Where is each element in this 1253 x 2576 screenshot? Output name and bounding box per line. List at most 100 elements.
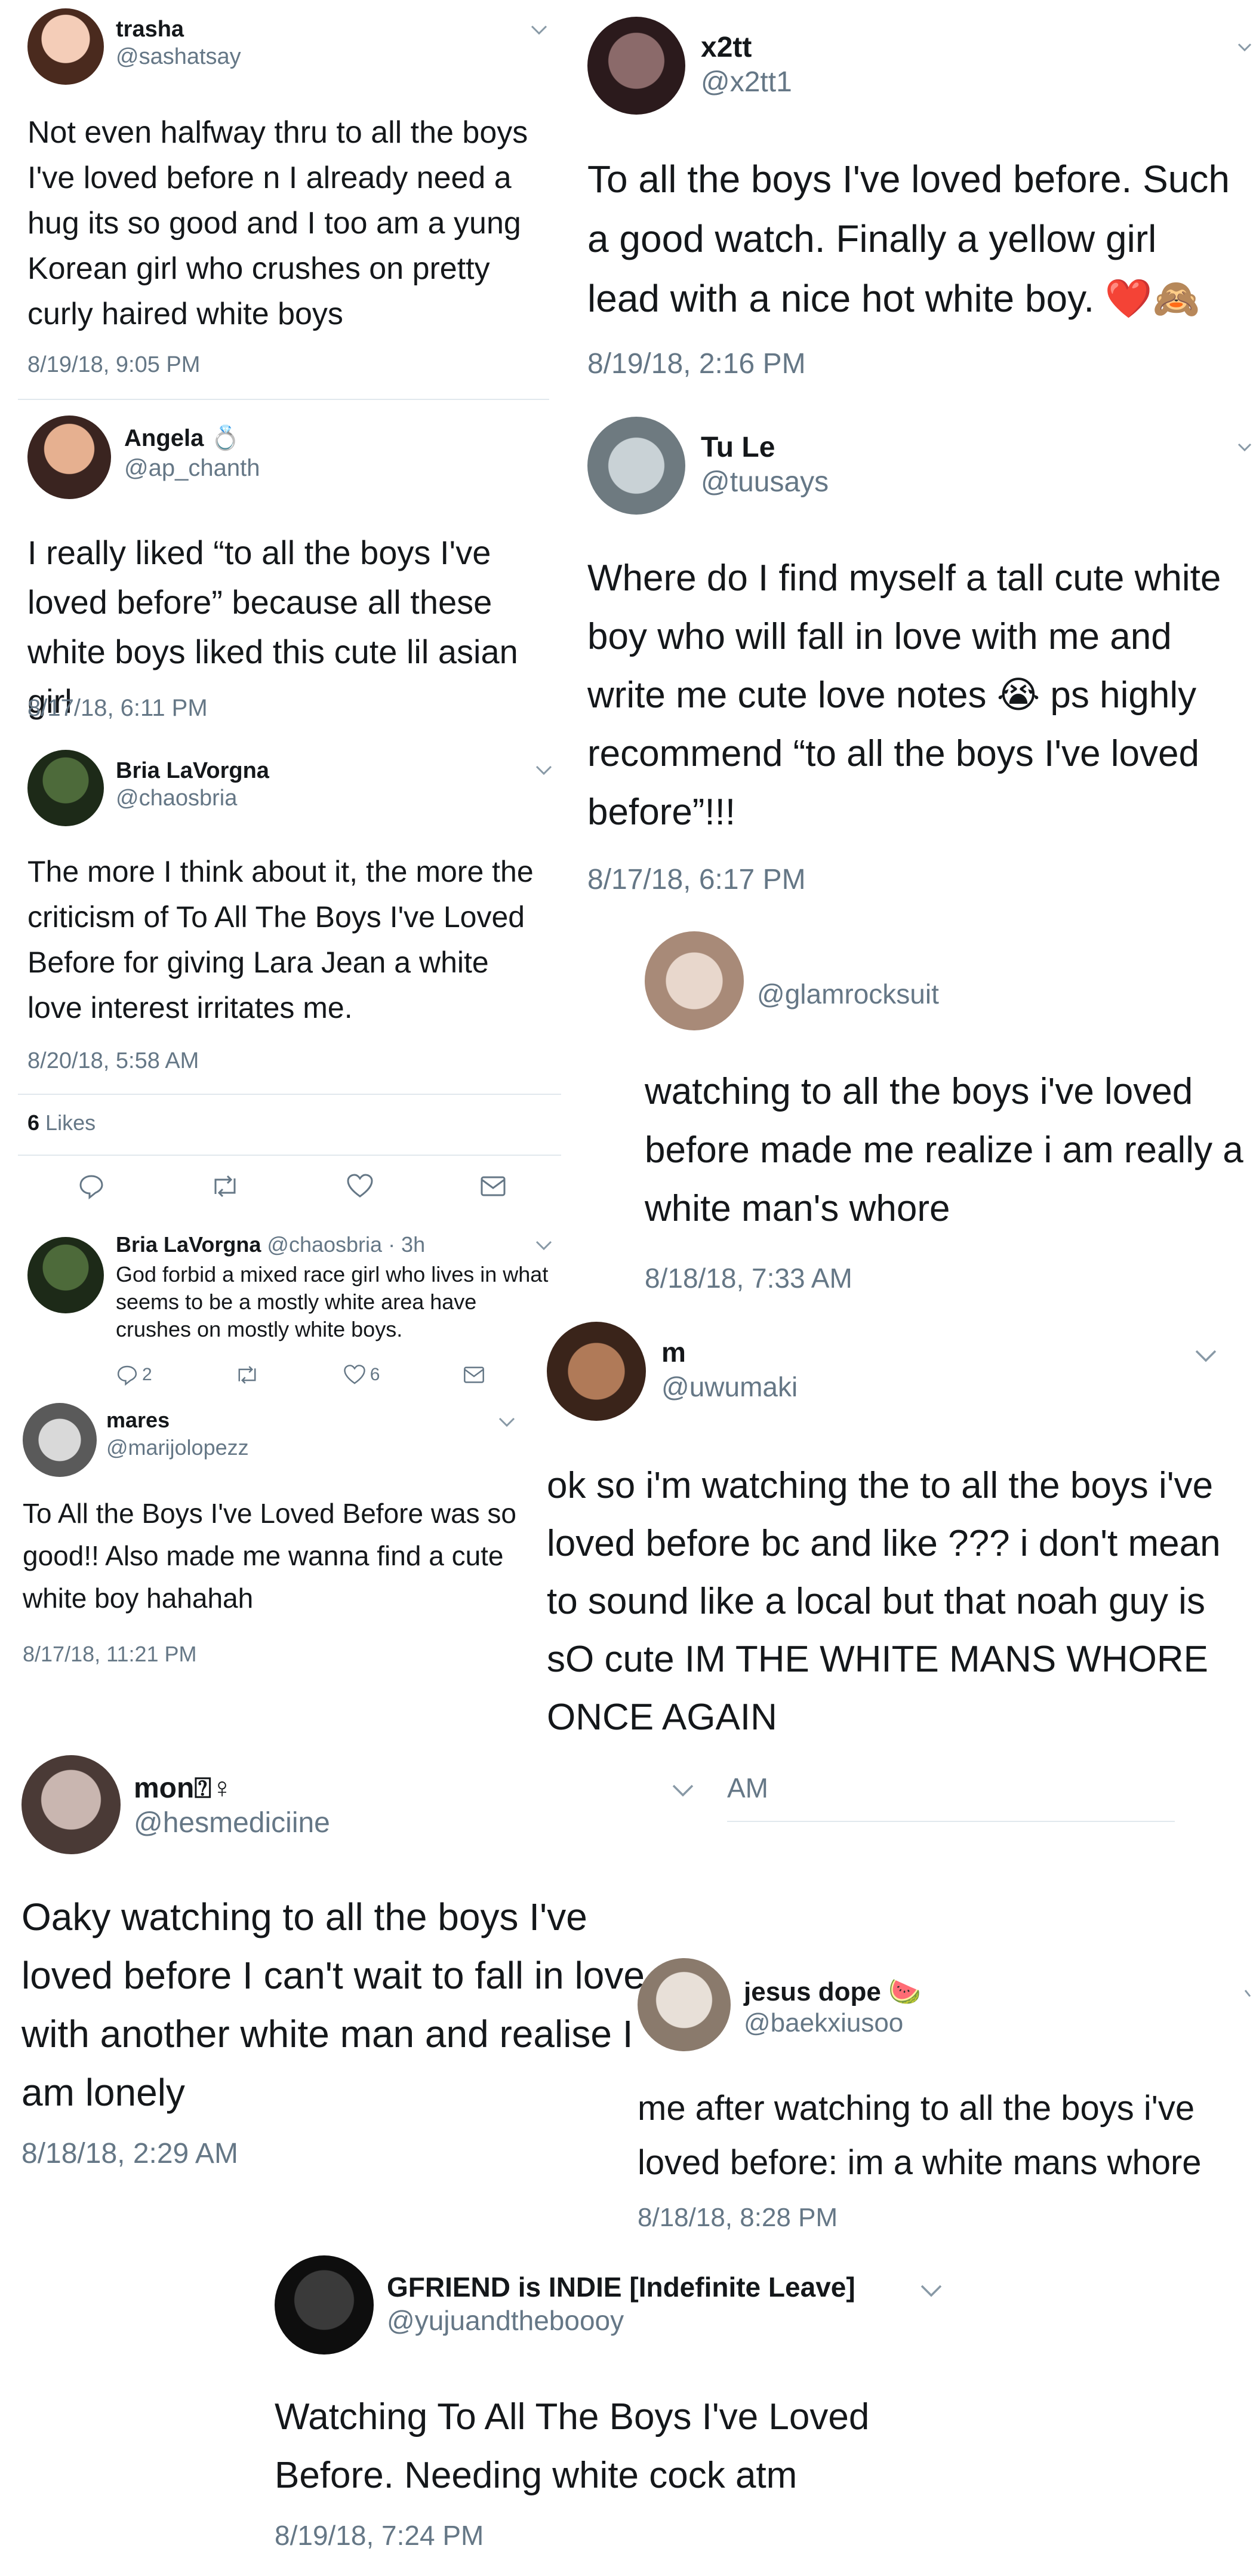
user-handle[interactable]: @sashatsay — [116, 44, 241, 70]
chevron-down-icon[interactable] — [535, 1239, 553, 1251]
user-handle[interactable]: @x2tt1 — [701, 66, 792, 99]
timestamp[interactable]: 8/17/18, 11:21 PM — [23, 1642, 197, 1667]
user-handle[interactable]: @chaosbria — [267, 1232, 382, 1257]
timestamp[interactable]: AM — [727, 1772, 768, 1804]
chevron-down-icon[interactable] — [530, 24, 548, 36]
tweet-card[interactable]: @glamrocksuit watching to all the boys i… — [627, 931, 1253, 1307]
timestamp[interactable]: 8/17/18, 6:17 PM — [587, 863, 806, 896]
divider — [18, 1155, 561, 1156]
timestamp[interactable]: 8/19/18, 2:16 PM — [587, 347, 806, 380]
user-handle[interactable]: @ap_chanth — [124, 455, 260, 482]
timestamp[interactable]: 8/18/18, 2:29 AM — [21, 2137, 238, 2170]
display-name[interactable]: trasha — [116, 17, 184, 42]
chevron-down-icon[interactable] — [671, 1783, 695, 1798]
user-handle[interactable]: @chaosbria — [116, 786, 237, 811]
chevron-down-icon[interactable] — [1244, 1988, 1252, 2000]
tweet-card[interactable]: mares @marijolopezz To All the Boys I've… — [0, 1397, 537, 1684]
user-handle[interactable]: @hesmediciine — [134, 1806, 330, 1839]
avatar[interactable] — [21, 1755, 121, 1854]
user-handle[interactable]: @marijolopezz — [106, 1435, 249, 1460]
tweet-card[interactable]: Tu Le @tuusays Where do I find myself a … — [567, 406, 1253, 925]
tweet-text: The more I think about it, the more the … — [27, 855, 534, 1024]
tweet-text: Not even halfway thru to all the boys I'… — [27, 115, 528, 331]
action-bar — [78, 1172, 507, 1200]
avatar[interactable] — [23, 1403, 97, 1477]
display-name[interactable]: m — [661, 1336, 686, 1368]
likes-label: Likes — [45, 1110, 96, 1135]
tweet-card[interactable]: trasha @sashatsay Not even halfway thru … — [0, 0, 567, 399]
chevron-down-icon[interactable] — [1194, 1348, 1218, 1364]
tweet-age: · 3h — [388, 1232, 426, 1257]
timestamp[interactable]: 8/18/18, 8:28 PM — [638, 2203, 838, 2233]
tweet-text: Where do I find myself a tall cute white… — [587, 558, 1221, 833]
tweet-card[interactable]: Angela 💍 @ap_chanth I really liked “to a… — [0, 400, 567, 734]
timestamp[interactable]: 8/19/18, 7:24 PM — [275, 2519, 484, 2552]
avatar[interactable] — [27, 750, 104, 826]
user-handle[interactable]: @baekxiusoo — [744, 2008, 903, 2038]
tweet-text: God forbid a mixed race girl who lives i… — [116, 1262, 549, 1341]
display-name[interactable]: GFRIEND is INDIE [Indefinite Leave] — [387, 2271, 855, 2303]
like-action[interactable]: 6 — [343, 1364, 380, 1386]
tweet-card[interactable]: Bria LaVorgna @chaosbria · 3h God forbid… — [0, 1223, 567, 1396]
display-name[interactable]: mares — [106, 1408, 170, 1433]
avatar[interactable] — [27, 416, 111, 499]
display-name[interactable]: mon⍰♀ — [134, 1772, 233, 1805]
avatar[interactable] — [547, 1322, 646, 1421]
reply-icon[interactable] — [78, 1172, 105, 1200]
chevron-down-icon[interactable] — [1237, 42, 1252, 54]
display-name[interactable]: x2tt — [701, 31, 752, 64]
tweet-card[interactable]: Bria LaVorgna @chaosbria The more I thin… — [0, 735, 567, 1219]
timestamp[interactable]: 8/18/18, 7:33 AM — [645, 1262, 852, 1294]
display-name[interactable]: Tu Le — [701, 431, 775, 464]
mail-icon[interactable] — [462, 1364, 486, 1386]
likes-number: 6 — [27, 1110, 40, 1135]
tweet-text: ok so i'm watching the to all the boys i… — [547, 1465, 1221, 1738]
tweet-card[interactable]: mon⍰♀ @hesmediciine Oaky watching to all… — [0, 1749, 704, 2191]
display-name[interactable]: Bria LaVorgna — [116, 1232, 261, 1257]
tweet-text: To All the Boys I've Loved Before was so… — [23, 1498, 517, 1614]
timestamp[interactable]: 8/20/18, 5:58 AM — [27, 1048, 199, 1074]
heart-icon — [343, 1365, 365, 1384]
user-handle[interactable]: @glamrocksuit — [757, 978, 939, 1010]
tweet-text: To all the boys I've loved before. Such … — [587, 158, 1230, 320]
like-count: 6 — [370, 1365, 380, 1384]
tweet-card[interactable]: jesus dope 🍉 @baekxiusoo me after watchi… — [627, 1952, 1253, 2251]
avatar[interactable] — [638, 1958, 731, 2051]
timestamp[interactable]: 8/19/18, 9:05 PM — [27, 352, 200, 378]
timestamp[interactable]: 8/17/18, 6:11 PM — [27, 695, 208, 722]
display-name[interactable]: jesus dope 🍉 — [744, 1976, 921, 2007]
heart-icon[interactable] — [346, 1172, 374, 1200]
retweet-icon[interactable] — [210, 1172, 241, 1200]
avatar[interactable] — [27, 8, 104, 85]
tweet-card[interactable]: x2tt @x2tt1 To all the boys I've loved b… — [567, 0, 1253, 406]
retweet-icon[interactable] — [234, 1364, 260, 1386]
mail-icon[interactable] — [479, 1172, 507, 1200]
avatar[interactable] — [275, 2255, 374, 2355]
likes-count[interactable]: 6 Likes — [27, 1110, 96, 1135]
tweet-text: Oaky watching to all the boys I've loved… — [21, 1895, 645, 2114]
reply-action[interactable]: 2 — [116, 1364, 152, 1386]
user-handle[interactable]: @yujuandtheboooy — [387, 2304, 624, 2337]
display-name[interactable]: Bria LaVorgna — [116, 758, 269, 784]
tweet-text: Watching To All The Boys I've Loved Befo… — [275, 2396, 870, 2496]
chevron-down-icon[interactable] — [498, 1416, 516, 1428]
chevron-down-icon[interactable] — [535, 764, 553, 776]
avatar[interactable] — [27, 1237, 104, 1313]
tweet-text: me after watching to all the boys i've l… — [638, 2089, 1202, 2182]
action-bar: 2 6 — [116, 1364, 486, 1386]
divider — [727, 1821, 1175, 1822]
display-name[interactable]: Angela 💍 — [124, 424, 240, 452]
reply-count: 2 — [142, 1365, 152, 1384]
tweet-header: Bria LaVorgna @chaosbria · 3h — [116, 1232, 425, 1257]
avatar[interactable] — [587, 417, 685, 515]
avatar[interactable] — [645, 931, 744, 1030]
reply-icon — [117, 1365, 137, 1386]
tweet-text: watching to all the boys i've loved befo… — [645, 1071, 1243, 1229]
tweet-card[interactable]: GFRIEND is INDIE [Indefinite Leave] @yuj… — [263, 2251, 979, 2576]
avatar[interactable] — [587, 17, 685, 115]
chevron-down-icon[interactable] — [919, 2283, 943, 2298]
chevron-down-icon[interactable] — [1237, 442, 1252, 454]
divider — [18, 1094, 561, 1095]
user-handle[interactable]: @uwumaki — [661, 1371, 798, 1403]
user-handle[interactable]: @tuusays — [701, 466, 829, 498]
